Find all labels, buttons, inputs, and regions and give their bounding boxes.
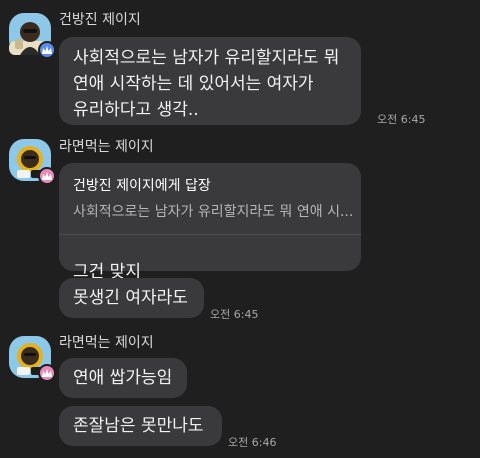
message-bubble[interactable]: 존잘남은 못만나도: [59, 406, 222, 446]
sender-avatar[interactable]: [9, 336, 56, 382]
message-text: 못생긴 여자라도: [73, 288, 188, 308]
message-timestamp: 오전 6:45: [210, 308, 259, 321]
crown-badge-icon: [38, 167, 56, 185]
reply-divider: [59, 234, 361, 235]
message-timestamp: 오전 6:46: [228, 436, 277, 449]
crown-badge-icon: [38, 41, 56, 59]
message-text: 사회적으로는 남자가 유리할지라도 뭐 연애 시작하는 데 있어서는 여자가 유…: [73, 48, 340, 120]
sender-name: 건방진 제이지: [59, 12, 141, 28]
crown-badge-icon: [38, 364, 56, 382]
message-text: 연애 쌉가능임: [73, 368, 173, 388]
message-timestamp: 오전 6:45: [377, 113, 426, 126]
reply-header: 건방진 제이지에게 답장: [73, 178, 211, 194]
sender-name: 라면먹는 제이지: [59, 139, 154, 155]
message-text: 존잘남은 못만나도: [73, 416, 204, 436]
sender-name: 라면먹는 제이지: [59, 335, 154, 351]
sender-avatar[interactable]: [9, 13, 56, 59]
message-bubble[interactable]: 못생긴 여자라도: [59, 278, 204, 318]
message-bubble[interactable]: 사회적으로는 남자가 유리할지라도 뭐 연애 시작하는 데 있어서는 여자가 유…: [59, 37, 361, 125]
chat-view: 건방진 제이지 사회적으로는 남자가 유리할지라도 뭐 연애 시작하는 데 있어…: [0, 0, 480, 458]
reply-bubble[interactable]: 건방진 제이지에게 답장 사회적으로는 남자가 유리할지라도 뭐 연애 시...…: [59, 163, 361, 282]
sender-avatar[interactable]: [9, 139, 56, 185]
message-bubble[interactable]: 연애 쌉가능임: [59, 358, 187, 398]
reply-quote[interactable]: 사회적으로는 남자가 유리할지라도 뭐 연애 시...: [73, 201, 353, 221]
